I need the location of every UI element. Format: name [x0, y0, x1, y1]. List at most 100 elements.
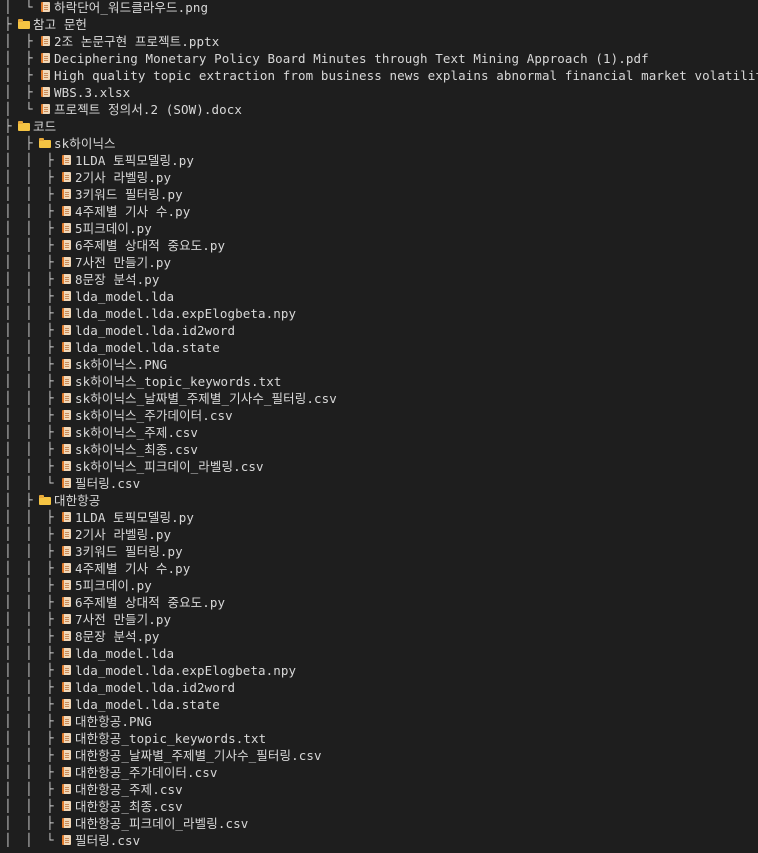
tree-guide: │	[4, 459, 12, 473]
tree-file-row[interactable]: │ │ ├ sk하이닉스.PNG	[0, 356, 758, 373]
tree-guide: │	[4, 85, 12, 99]
file-icon	[60, 339, 72, 356]
tree-file-row[interactable]: │ ├ Deciphering Monetary Policy Board Minu…	[0, 50, 758, 67]
tree-guide: │	[25, 204, 33, 218]
tree-folder-row[interactable]: ├ 참고 문헌	[0, 16, 758, 33]
file-icon	[60, 815, 72, 832]
tree-guide: ├	[46, 714, 54, 728]
file-icon	[60, 220, 72, 237]
tree-file-row[interactable]: │ │ ├ lda_model.lda.state	[0, 696, 758, 713]
tree-file-row[interactable]: │ │ ├ 대한항공_주제.csv	[0, 781, 758, 798]
tree-file-row[interactable]: │ │ ├ 1LDA 토픽모델링.py	[0, 509, 758, 526]
tree-file-row[interactable]: │ │ ├ lda_model.lda.id2word	[0, 679, 758, 696]
tree-file-row[interactable]: │ │ ├ 대한항공_날짜별_주제별_기사수_필터링.csv	[0, 747, 758, 764]
folder-icon	[39, 492, 51, 509]
tree-file-row[interactable]: │ │ ├ sk하이닉스_주제.csv	[0, 424, 758, 441]
tree-file-row[interactable]: │ │ ├ sk하이닉스_피크데이_라벨링.csv	[0, 458, 758, 475]
tree-file-row[interactable]: │ │ ├ 4주제별 기사 수.py	[0, 203, 758, 220]
tree-folder-row[interactable]: │ ├ sk하이닉스	[0, 135, 758, 152]
tree-guide: │	[25, 238, 33, 252]
tree-file-row[interactable]: │ │ ├ 대한항공_피크데이_라벨링.csv	[0, 815, 758, 832]
file-name: lda_model.lda.expElogbeta.npy	[75, 306, 297, 321]
tree-file-row[interactable]: │ │ ├ lda_model.lda.id2word	[0, 322, 758, 339]
tree-file-row[interactable]: │ │ ├ 4주제별 기사 수.py	[0, 560, 758, 577]
tree-guide: └	[46, 476, 54, 490]
tree-file-row[interactable]: │ ├ WBS.3.xlsx	[0, 84, 758, 101]
tree-guide: │	[25, 612, 33, 626]
tree-file-row[interactable]: │ └ 프로젝트 정의서.2 (SOW).docx	[0, 101, 758, 118]
tree-folder-row[interactable]: │ ├ 대한항공	[0, 492, 758, 509]
file-name: 2조 논문구현 프로젝트.pptx	[54, 34, 220, 49]
tree-file-row[interactable]: │ │ ├ 대한항공_주가데이터.csv	[0, 764, 758, 781]
tree-file-row[interactable]: │ │ ├ 대한항공_최종.csv	[0, 798, 758, 815]
tree-guide: ├	[46, 153, 54, 167]
tree-guide: │	[4, 340, 12, 354]
tree-guide: │	[4, 578, 12, 592]
file-name: 8문장 분석.py	[75, 272, 160, 287]
tree-folder-row[interactable]: ├ 코드	[0, 118, 758, 135]
tree-file-row[interactable]: │ │ ├ lda_model.lda	[0, 645, 758, 662]
tree-guide: │	[25, 799, 33, 813]
tree-file-row[interactable]: │ │ ├ lda_model.lda.state	[0, 339, 758, 356]
tree-file-row[interactable]: │ └ 하락단어_워드클라우드.png	[0, 0, 758, 16]
tree-file-row[interactable]: │ │ ├ lda_model.lda.expElogbeta.npy	[0, 662, 758, 679]
tree-file-row[interactable]: │ ├ High quality topic extraction from bus…	[0, 67, 758, 84]
tree-file-row[interactable]: │ │ ├ 8문장 분석.py	[0, 628, 758, 645]
tree-file-row[interactable]: │ │ └ 필터링.csv	[0, 475, 758, 492]
file-name: 4주제별 기사 수.py	[75, 561, 191, 576]
file-name: lda_model.lda.state	[75, 697, 220, 712]
tree-file-row[interactable]: │ │ ├ 7사전 만들기.py	[0, 611, 758, 628]
tree-guide: └	[25, 102, 33, 116]
tree-guide: │	[4, 714, 12, 728]
file-icon	[60, 203, 72, 220]
tree-file-row[interactable]: │ │ ├ 5피크데이.py	[0, 220, 758, 237]
tree-guide: ├	[46, 289, 54, 303]
tree-file-row[interactable]: │ │ ├ 7사전 만들기.py	[0, 254, 758, 271]
tree-file-row[interactable]: │ │ ├ sk하이닉스_날짜별_주제별_기사수_필터링.csv	[0, 390, 758, 407]
tree-guide: │	[25, 697, 33, 711]
tree-file-row[interactable]: │ │ ├ 3키워드 필터링.py	[0, 543, 758, 560]
tree-file-row[interactable]: │ │ ├ sk하이닉스_topic_keywords.txt	[0, 373, 758, 390]
tree-guide: │	[25, 272, 33, 286]
folder-icon	[39, 135, 51, 152]
tree-file-row[interactable]: │ │ ├ 6주제별 상대적 중요도.py	[0, 237, 758, 254]
tree-file-row[interactable]: │ │ ├ 1LDA 토픽모델링.py	[0, 152, 758, 169]
file-icon	[60, 356, 72, 373]
tree-file-row[interactable]: │ │ ├ 8문장 분석.py	[0, 271, 758, 288]
file-icon	[60, 747, 72, 764]
tree-guide: ├	[46, 527, 54, 541]
tree-guide: ├	[46, 799, 54, 813]
tree-file-row[interactable]: │ │ ├ 6주제별 상대적 중요도.py	[0, 594, 758, 611]
tree-guide: │	[25, 289, 33, 303]
file-icon	[60, 322, 72, 339]
folder-name: 대한항공	[54, 493, 101, 508]
folder-name: 참고 문헌	[33, 17, 88, 32]
tree-file-row[interactable]: │ │ ├ 대한항공.PNG	[0, 713, 758, 730]
tree-file-row[interactable]: │ │ ├ 3키워드 필터링.py	[0, 186, 758, 203]
tree-guide: │	[4, 663, 12, 677]
tree-guide: ├	[46, 816, 54, 830]
file-name: WBS.3.xlsx	[54, 85, 131, 100]
tree-file-row[interactable]: │ ├ 2조 논문구현 프로젝트.pptx	[0, 33, 758, 50]
tree-guide: │	[4, 816, 12, 830]
tree-file-row[interactable]: │ │ └ 필터링.csv	[0, 832, 758, 849]
tree-guide: │	[25, 221, 33, 235]
tree-file-row[interactable]: │ │ ├ lda_model.lda	[0, 288, 758, 305]
tree-file-row[interactable]: │ │ ├ sk하이닉스_최종.csv	[0, 441, 758, 458]
tree-file-row[interactable]: │ │ ├ 2기사 라벨링.py	[0, 169, 758, 186]
tree-guide: ├	[46, 170, 54, 184]
tree-file-row[interactable]: │ │ ├ 5피크데이.py	[0, 577, 758, 594]
file-name: sk하이닉스_최종.csv	[75, 442, 198, 457]
tree-guide: ├	[46, 204, 54, 218]
file-tree: │ └ 하락단어_워드클라우드.png ├ 참고 문헌 │ ├ 2조 논문구현 프로젝트.pp…	[0, 0, 758, 853]
tree-guide: ├	[46, 663, 54, 677]
tree-file-row[interactable]: │ │ ├ 2기사 라벨링.py	[0, 526, 758, 543]
tree-guide: │	[25, 816, 33, 830]
tree-file-row[interactable]: │ │ ├ sk하이닉스_주가데이터.csv	[0, 407, 758, 424]
tree-file-row[interactable]: │ │ ├ lda_model.lda.expElogbeta.npy	[0, 305, 758, 322]
tree-guide: │	[4, 748, 12, 762]
tree-file-row[interactable]: │ │ ├ 대한항공_topic_keywords.txt	[0, 730, 758, 747]
tree-guide: │	[25, 646, 33, 660]
file-icon	[60, 662, 72, 679]
tree-guide: │	[25, 663, 33, 677]
